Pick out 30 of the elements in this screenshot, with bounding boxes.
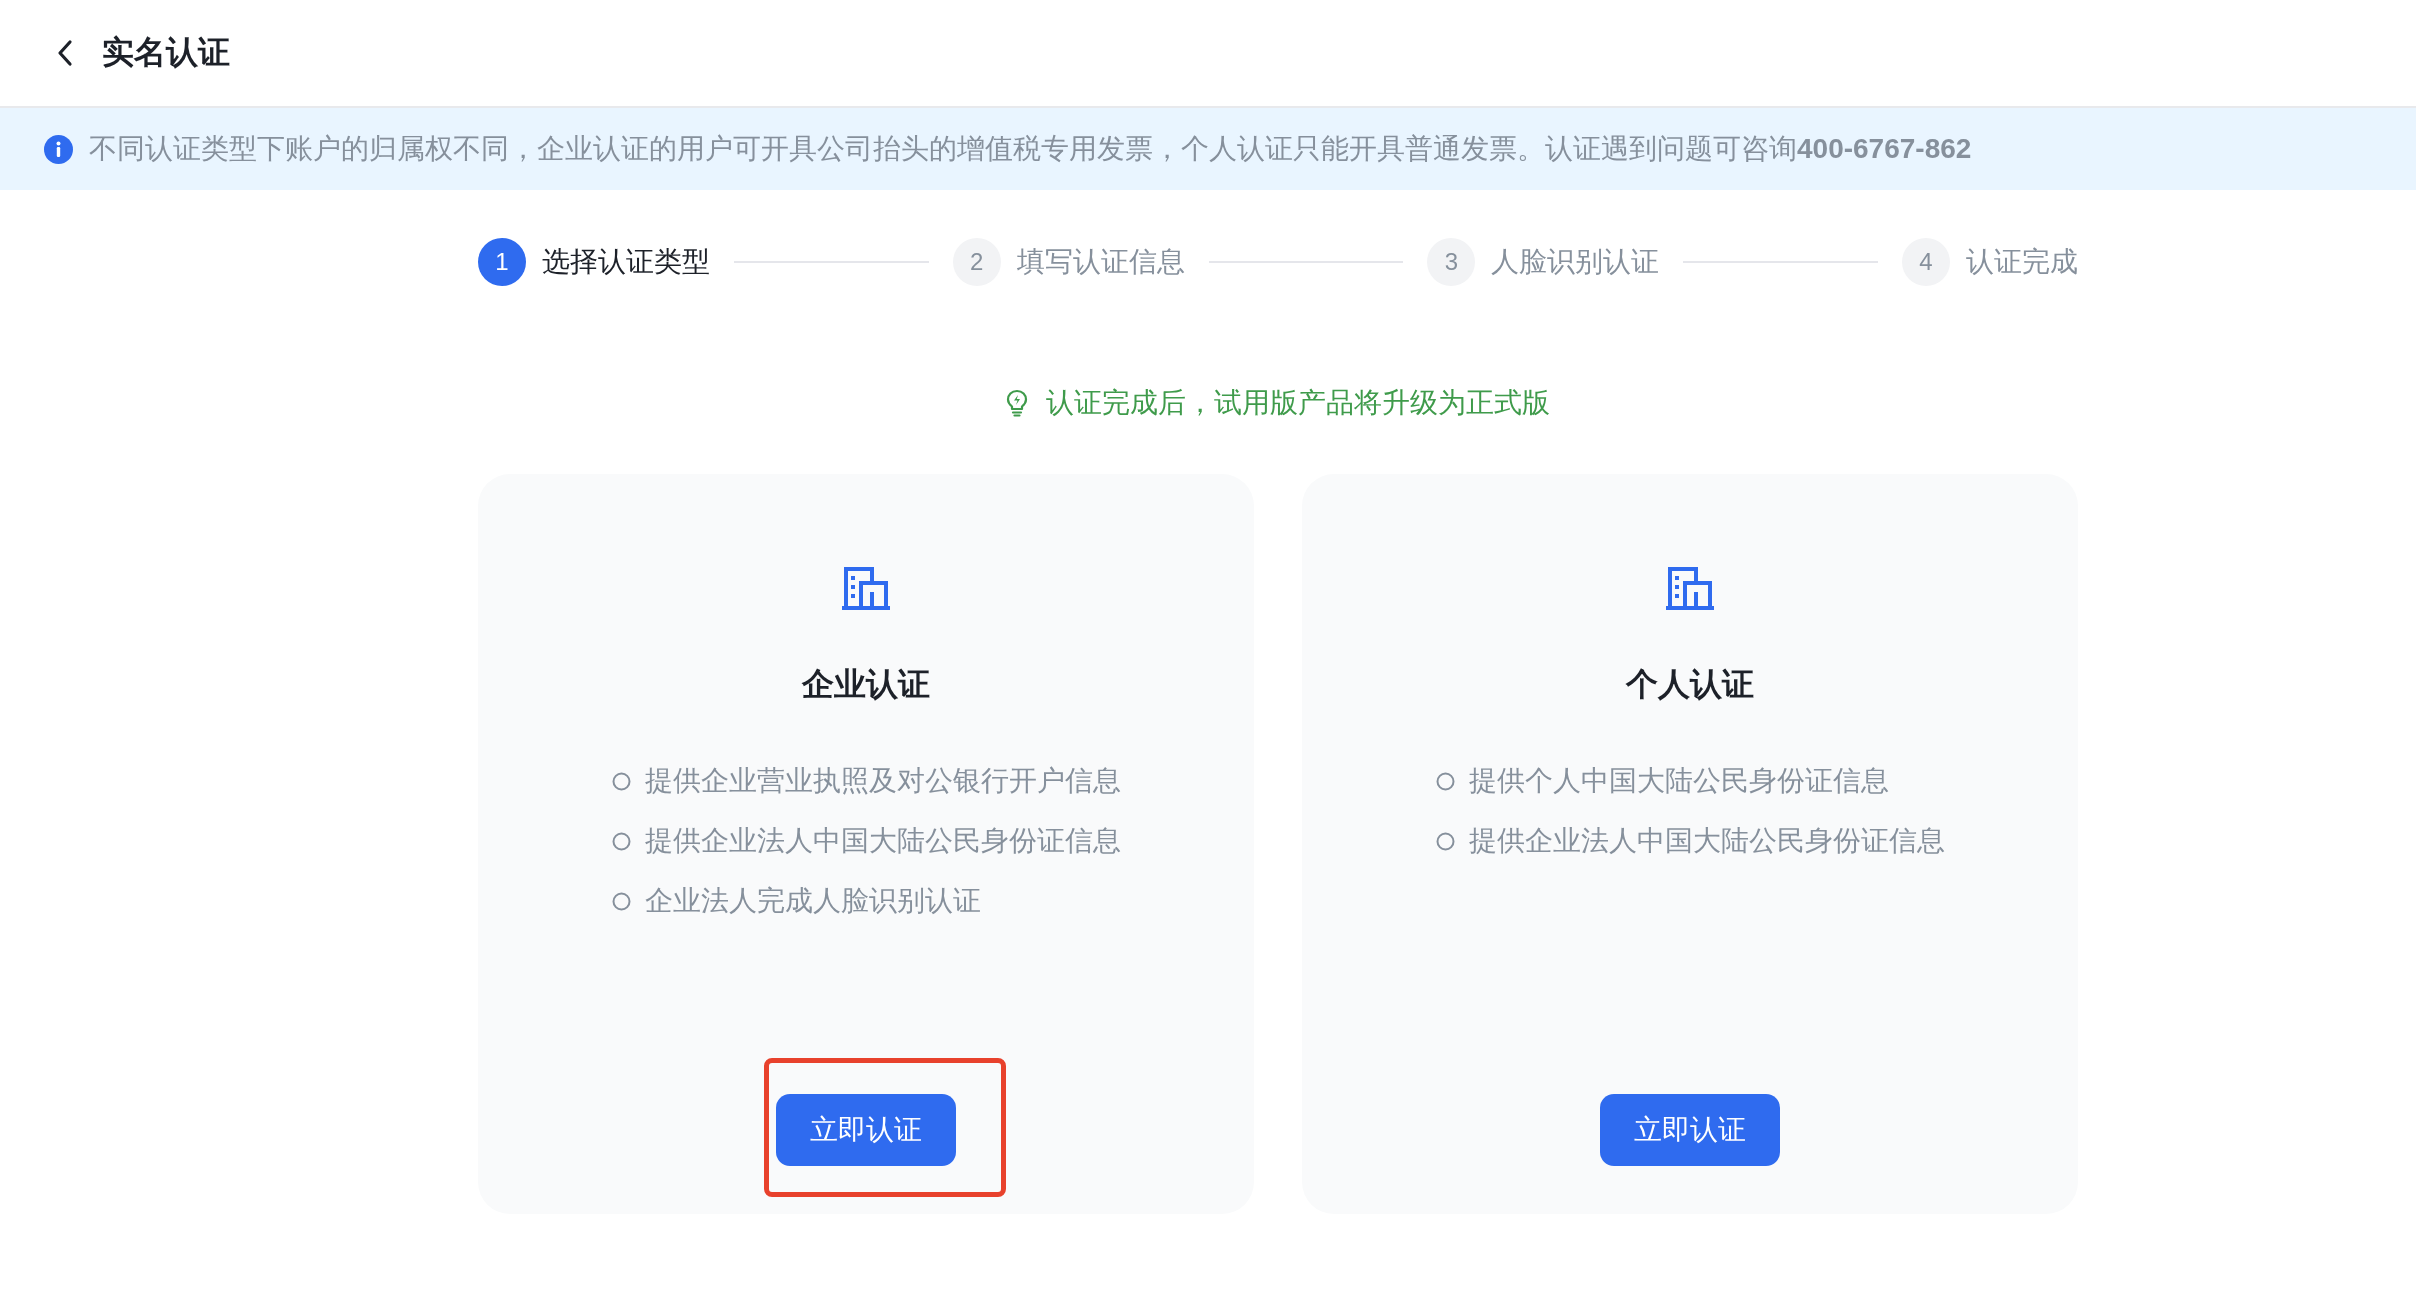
step-number: 2 [952,238,1001,286]
back-icon[interactable] [56,39,74,67]
circle-bullet-icon [1435,771,1455,791]
tip-text: 认证完成后，试用版产品将升级为正式版 [1046,386,1550,420]
step-label: 人脸识别认证 [1491,245,1660,279]
step-label: 选择认证类型 [542,245,710,279]
requirement-text: 提供企业营业执照及对公银行开户信息 [644,764,1121,798]
building-icon [1666,566,1714,610]
circle-bullet-icon [611,891,631,911]
requirement-text: 提供个人中国大陆公民身份证信息 [1468,764,1889,798]
info-icon [44,134,73,164]
circle-bullet-icon [611,831,631,851]
circle-bullet-icon [611,771,631,791]
requirement-text: 提供企业法人中国大陆公民身份证信息 [1468,824,1945,858]
verify-button[interactable]: 立即认证 [1600,1094,1780,1166]
circle-bullet-icon [1435,831,1455,851]
step-number: 1 [478,238,526,286]
step-label: 认证完成 [1966,245,2078,279]
lightbulb-icon [1006,389,1028,417]
page-title: 实名认证 [102,33,230,73]
verify-button[interactable]: 立即认证 [776,1094,956,1166]
card-title: 企业认证 [802,665,930,704]
notice-text: 不同认证类型下账户的归属权不同，企业认证的用户可开具公司抬头的增值税专用发票，个人认证只能开具普通发票。认证遇到问题可咨询400-6767-862 [89,132,1972,166]
card-title: 个人认证 [1626,665,1754,704]
requirement-text: 提供企业法人中国大陆公民身份证信息 [644,824,1121,858]
step-number: 4 [1902,238,1950,286]
requirement-text: 企业法人完成人脸识别认证 [644,884,981,918]
building-icon [842,566,890,610]
step-number: 3 [1427,238,1476,286]
step-label: 填写认证信息 [1016,245,1185,279]
